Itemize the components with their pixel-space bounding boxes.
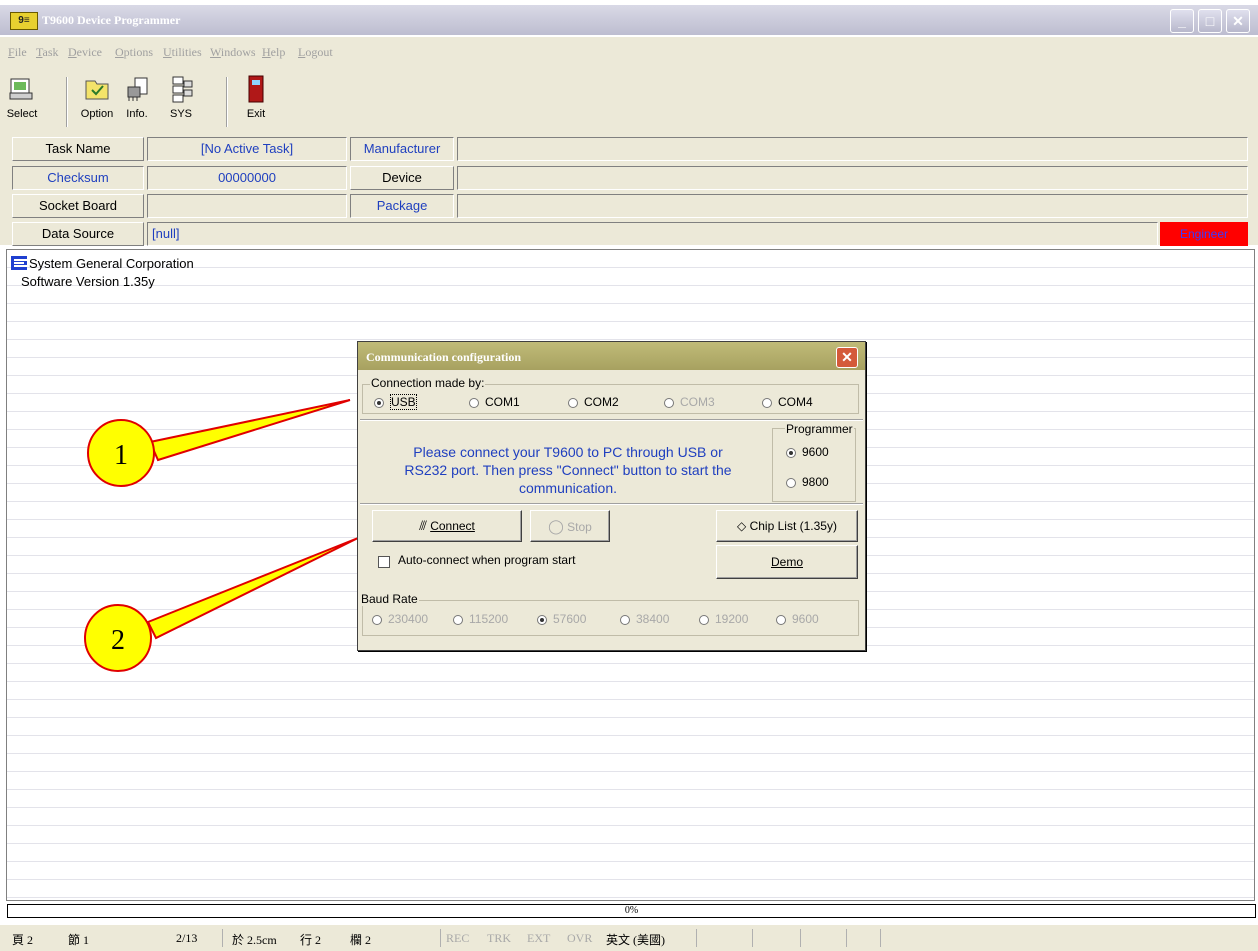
radio-com4-label: COM4 <box>778 395 813 409</box>
radio-com1-dot <box>469 397 479 408</box>
progress-text: 0% <box>624 905 639 916</box>
baud-57600-label: 57600 <box>553 612 587 626</box>
radio-9600-dot <box>786 447 796 458</box>
connect-instructions: Please connect your T9600 to PC through … <box>404 444 732 496</box>
dialog-divider <box>360 503 863 505</box>
radio-com3-label: COM3 <box>680 395 715 409</box>
baud-57600: 57600 <box>537 612 586 626</box>
status-separator <box>880 929 881 947</box>
callout-1-pointer <box>148 399 351 462</box>
radio-com2-dot <box>568 397 578 408</box>
chip-list-button-label: Chip List (1.35y) <box>749 519 837 533</box>
status-column: 欄 2 <box>350 933 372 947</box>
dialog-title: Communication configuration <box>366 350 522 364</box>
radio-programmer-9600[interactable]: 9600 <box>786 445 829 459</box>
radio-usb[interactable]: USB <box>374 394 417 410</box>
dialog-close-button[interactable]: ✕ <box>836 347 858 368</box>
radio-usb-dot <box>374 397 384 408</box>
radio-programmer-9800-label: 9800 <box>802 475 829 489</box>
programmer-group <box>772 428 856 502</box>
callout-1-number: 1 <box>114 440 128 471</box>
radio-com2-label: COM2 <box>584 395 619 409</box>
stop-circle-icon: ◯ <box>548 518 564 534</box>
status-bar: 頁 2 節 1 2/13 於 2.5cm 行 2 欄 2 REC TRK EXT… <box>0 924 1258 951</box>
status-separator <box>846 929 847 947</box>
baud-9600-label: 9600 <box>792 612 819 626</box>
baud-115200-label: 115200 <box>469 612 509 626</box>
radio-programmer-9800[interactable]: 9800 <box>786 475 829 489</box>
baud-38400-dot <box>620 614 630 625</box>
callout-2-number: 2 <box>111 625 125 656</box>
status-separator <box>800 929 801 947</box>
status-page: 頁 2 <box>12 933 34 947</box>
radio-com3: COM3 <box>664 395 715 409</box>
connect-button-label: Connect <box>430 519 475 533</box>
status-separator <box>752 929 753 947</box>
radio-com1-label: COM1 <box>485 395 520 409</box>
status-section: 節 1 <box>68 933 90 947</box>
baud-230400: 230400 <box>372 612 428 626</box>
baud-19200-dot <box>699 614 709 625</box>
status-trk[interactable]: TRK <box>487 931 511 946</box>
radio-9800-dot <box>786 477 796 488</box>
radio-com4-dot <box>762 397 772 408</box>
baud-rate-group-label: Baud Rate <box>360 592 419 606</box>
baud-115200: 115200 <box>453 612 508 626</box>
status-separator <box>440 929 441 947</box>
status-line: 行 2 <box>300 933 322 947</box>
demo-button-label: Demo <box>770 555 803 569</box>
communication-config-dialog: Communication configuration ✕ Connection… <box>357 341 866 651</box>
stop-button-label: Stop <box>567 520 592 534</box>
connection-group-label: Connection made by: <box>370 376 486 390</box>
status-page-count: 2/13 <box>176 931 198 945</box>
stop-button: ◯ Stop <box>530 510 610 542</box>
baud-9600: 9600 <box>776 612 819 626</box>
progress-bar: 0% <box>7 904 1256 918</box>
status-ovr[interactable]: OVR <box>567 931 592 946</box>
baud-9600-dot <box>776 614 786 625</box>
baud-38400: 38400 <box>620 612 669 626</box>
status-rec[interactable]: REC <box>446 931 469 946</box>
chip-list-icon: ◇ <box>737 519 747 533</box>
radio-com4[interactable]: COM4 <box>762 395 813 409</box>
radio-usb-label: USB <box>390 394 417 410</box>
baud-38400-label: 38400 <box>636 612 670 626</box>
radio-com1[interactable]: COM1 <box>469 395 520 409</box>
callout-2-pointer <box>146 537 359 640</box>
baud-230400-label: 230400 <box>388 612 429 626</box>
baud-230400-dot <box>372 614 382 625</box>
status-separator <box>222 929 223 947</box>
status-language: 英文 (美國) <box>606 933 665 947</box>
demo-button[interactable]: Demo <box>716 545 858 579</box>
radio-programmer-9600-label: 9600 <box>802 445 829 459</box>
auto-connect-checkbox[interactable] <box>378 556 390 568</box>
baud-57600-dot <box>537 614 547 625</box>
baud-19200: 19200 <box>699 612 748 626</box>
status-position: 於 2.5cm <box>232 933 277 947</box>
programmer-group-label: Programmer <box>785 422 854 436</box>
dialog-title-bar: Communication configuration ✕ <box>358 342 865 370</box>
baud-115200-dot <box>453 614 463 625</box>
auto-connect-label: Auto-connect when program start <box>398 553 576 567</box>
dialog-divider <box>360 419 863 421</box>
status-separator <box>696 929 697 947</box>
chip-list-button[interactable]: ◇ Chip List (1.35y) <box>716 510 858 542</box>
status-ext[interactable]: EXT <box>527 931 550 946</box>
connect-plug-icon: ⫻ <box>419 518 427 533</box>
radio-com3-dot <box>664 397 674 408</box>
radio-com2[interactable]: COM2 <box>568 395 619 409</box>
connect-button[interactable]: ⫻ Connect <box>372 510 522 542</box>
baud-19200-label: 19200 <box>715 612 749 626</box>
